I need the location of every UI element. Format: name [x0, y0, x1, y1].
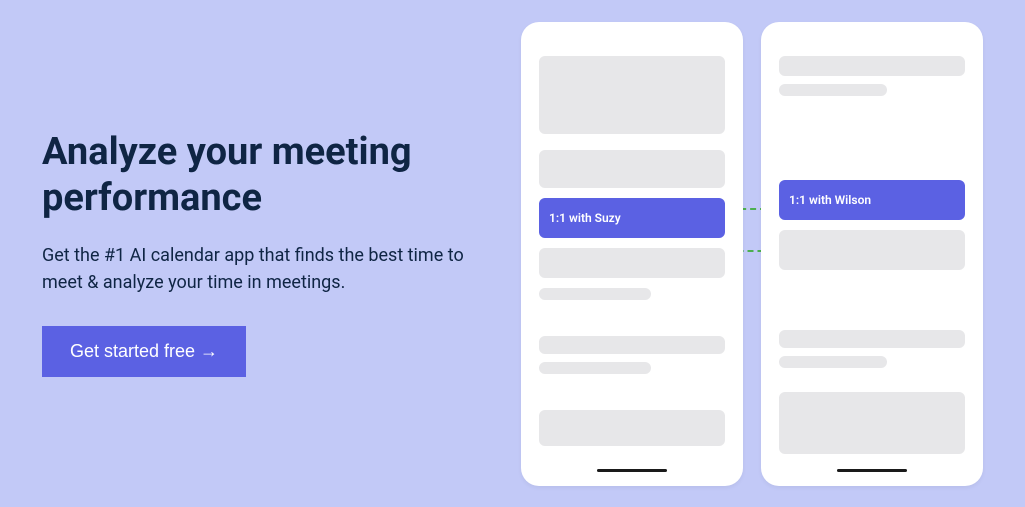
hero-heading: Analyze your meeting performance: [42, 130, 481, 221]
skeleton-line: [779, 330, 965, 348]
meeting-card: 1:1 with Wilson: [779, 180, 965, 220]
skeleton-block: [539, 336, 725, 354]
skeleton-line: [779, 356, 887, 368]
home-indicator: [837, 469, 907, 472]
home-indicator: [597, 469, 667, 472]
get-started-button[interactable]: Get started free →: [42, 326, 246, 377]
skeleton-block: [539, 248, 725, 278]
skeleton-block: [539, 410, 725, 446]
skeleton-block: [779, 230, 965, 270]
meeting-label: 1:1 with Suzy: [549, 211, 621, 225]
meeting-label: 1:1 with Wilson: [789, 193, 871, 207]
device-mockups: 1:1 with Suzy 1:1 with Wilson: [521, 22, 983, 486]
meeting-card: 1:1 with Suzy: [539, 198, 725, 238]
skeleton-block: [539, 150, 725, 188]
skeleton-line: [539, 288, 651, 300]
cta-label: Get started free →: [70, 341, 218, 362]
hero-content: Analyze your meeting performance Get the…: [42, 130, 521, 376]
skeleton-block: [539, 56, 725, 134]
hero-subtext: Get the #1 AI calendar app that finds th…: [42, 242, 481, 296]
skeleton-line: [539, 362, 651, 374]
skeleton-block: [779, 392, 965, 454]
phone-mockup-2: 1:1 with Wilson: [761, 22, 983, 486]
skeleton-line: [779, 84, 887, 96]
phone-mockup-1: 1:1 with Suzy: [521, 22, 743, 486]
skeleton-line: [779, 56, 965, 76]
